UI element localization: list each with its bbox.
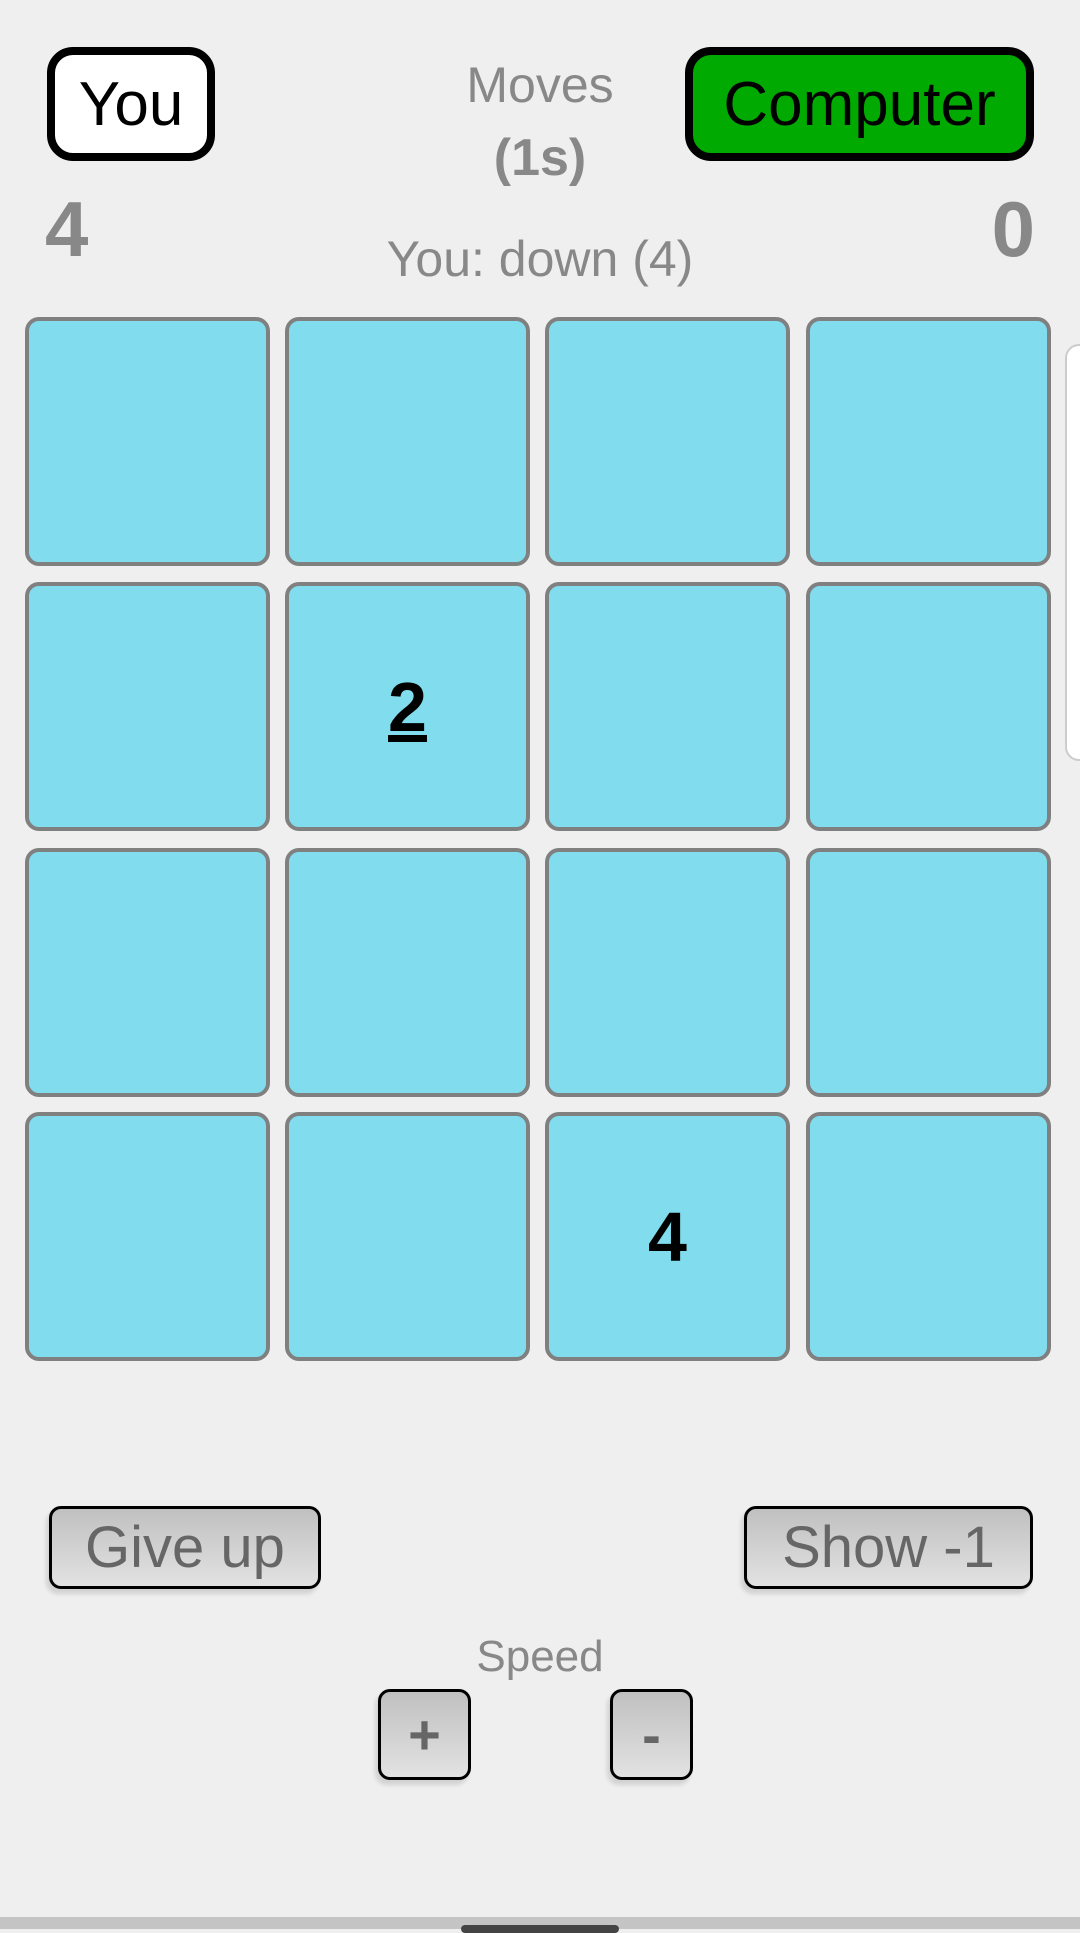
board-tile[interactable] (285, 848, 530, 1097)
last-move-status: You: down (4) (386, 231, 694, 287)
scroll-indicator (1065, 344, 1080, 761)
you-score: 4 (45, 185, 89, 273)
board-tile[interactable] (285, 1112, 530, 1361)
minus-icon: - (642, 1703, 661, 1766)
board-tile[interactable] (545, 848, 790, 1097)
board-tile[interactable] (25, 848, 270, 1097)
tile-value: 2 (388, 667, 427, 746)
board-tile[interactable] (806, 582, 1051, 831)
computer-player-button[interactable]: Computer (685, 47, 1034, 161)
board-tile[interactable] (285, 317, 530, 566)
you-label: You (78, 69, 184, 139)
board-tile[interactable] (25, 317, 270, 566)
plus-icon: + (408, 1703, 441, 1766)
computer-score: 0 (991, 185, 1035, 273)
show-label: Show -1 (782, 1515, 995, 1580)
board-tile[interactable] (806, 317, 1051, 566)
give-up-button[interactable]: Give up (49, 1506, 321, 1589)
show-hint-button[interactable]: Show -1 (744, 1506, 1033, 1589)
board-tile[interactable] (25, 582, 270, 831)
board-tile[interactable] (545, 317, 790, 566)
board-tile[interactable] (806, 1112, 1051, 1361)
give-up-label: Give up (85, 1515, 285, 1580)
you-player-button[interactable]: You (47, 47, 215, 161)
moves-time: (1s) (493, 129, 587, 187)
speed-decrease-button[interactable]: - (610, 1689, 693, 1780)
board-tile[interactable]: 4 (545, 1112, 790, 1361)
speed-label: Speed (476, 1632, 604, 1681)
computer-label: Computer (723, 69, 996, 139)
speed-increase-button[interactable]: + (378, 1689, 471, 1780)
home-handle[interactable] (461, 1925, 619, 1933)
board-tile[interactable] (25, 1112, 270, 1361)
board-tile[interactable]: 2 (285, 582, 530, 831)
moves-label: Moves (466, 57, 614, 113)
board-tile[interactable] (545, 582, 790, 831)
tile-value: 4 (648, 1197, 687, 1276)
board-tile[interactable] (806, 848, 1051, 1097)
